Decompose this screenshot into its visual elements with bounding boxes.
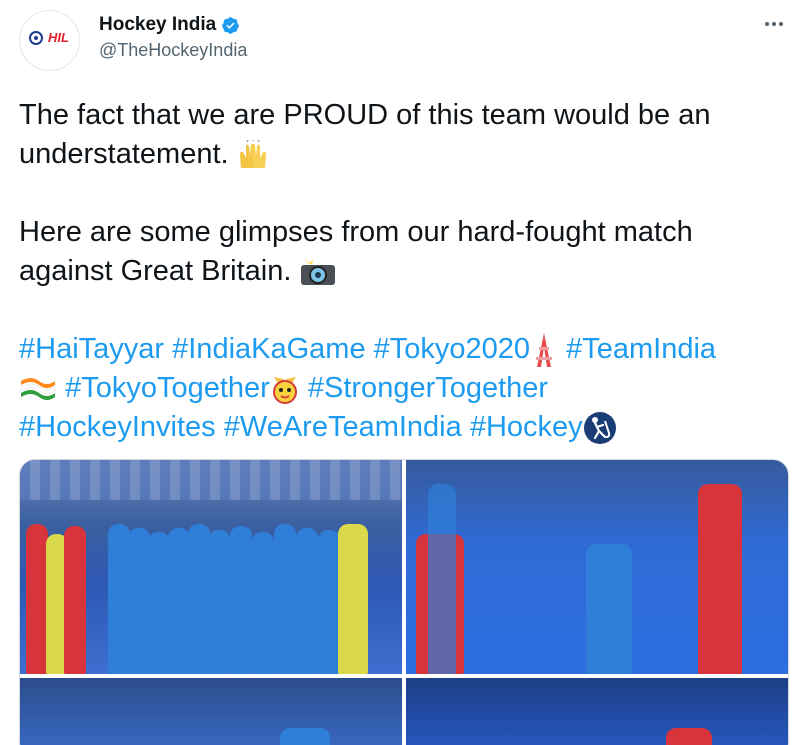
hashtag-link[interactable]: #HockeyInvites	[19, 411, 216, 443]
hashtag-link[interactable]: #HaiTayyar	[19, 333, 164, 365]
hashtag-link[interactable]: #Hockey	[470, 411, 583, 443]
tweet-text-line1: The fact that we are PROUD of this team …	[19, 99, 711, 170]
photo-match-action[interactable]	[406, 460, 788, 674]
hashtag-link[interactable]: #TeamIndia	[566, 333, 716, 365]
hashtag-link[interactable]: #StrongerTogether	[308, 372, 548, 404]
indian-flag-emoji-icon	[20, 378, 56, 401]
tokyo-mascot-emoji-icon	[272, 377, 297, 405]
tweet-body: The fact that we are PROUD of this team …	[19, 96, 789, 447]
tweet-media-grid	[19, 459, 789, 745]
hashtags: #HaiTayyar #IndiaKaGame #Tokyo2020 #Team…	[19, 330, 789, 447]
photo-team-lineup[interactable]	[20, 460, 402, 674]
hashtag-link[interactable]: #IndiaKaGame	[172, 333, 365, 365]
hashtag-link[interactable]: #WeAreTeamIndia	[224, 411, 462, 443]
display-name[interactable]: Hockey India	[99, 14, 216, 36]
more-options-icon[interactable]	[759, 14, 789, 34]
camera-flash-emoji-icon	[301, 259, 336, 286]
avatar[interactable]: HIL	[19, 10, 80, 71]
hashtag-link[interactable]: #Tokyo2020	[374, 333, 530, 365]
tweet-header: HIL Hockey India @TheHockeyIndia	[19, 8, 789, 72]
account-handle[interactable]: @TheHockeyIndia	[99, 40, 247, 61]
field-hockey-emoji-icon	[583, 412, 616, 445]
hockey-india-logo-icon	[29, 31, 43, 45]
hashtag-link[interactable]: #TokyoTogether	[65, 372, 270, 404]
raised-hands-emoji-icon	[239, 140, 266, 169]
account-names: Hockey India @TheHockeyIndia	[99, 14, 247, 61]
tokyo-tower-emoji-icon	[536, 333, 553, 368]
photo-player-1[interactable]	[20, 678, 402, 745]
verified-badge-icon	[222, 16, 240, 34]
photo-player-2[interactable]	[406, 678, 788, 745]
tweet-text-line2: Here are some glimpses from our hard-fou…	[19, 216, 693, 287]
avatar-logo-text: HIL	[48, 30, 69, 45]
